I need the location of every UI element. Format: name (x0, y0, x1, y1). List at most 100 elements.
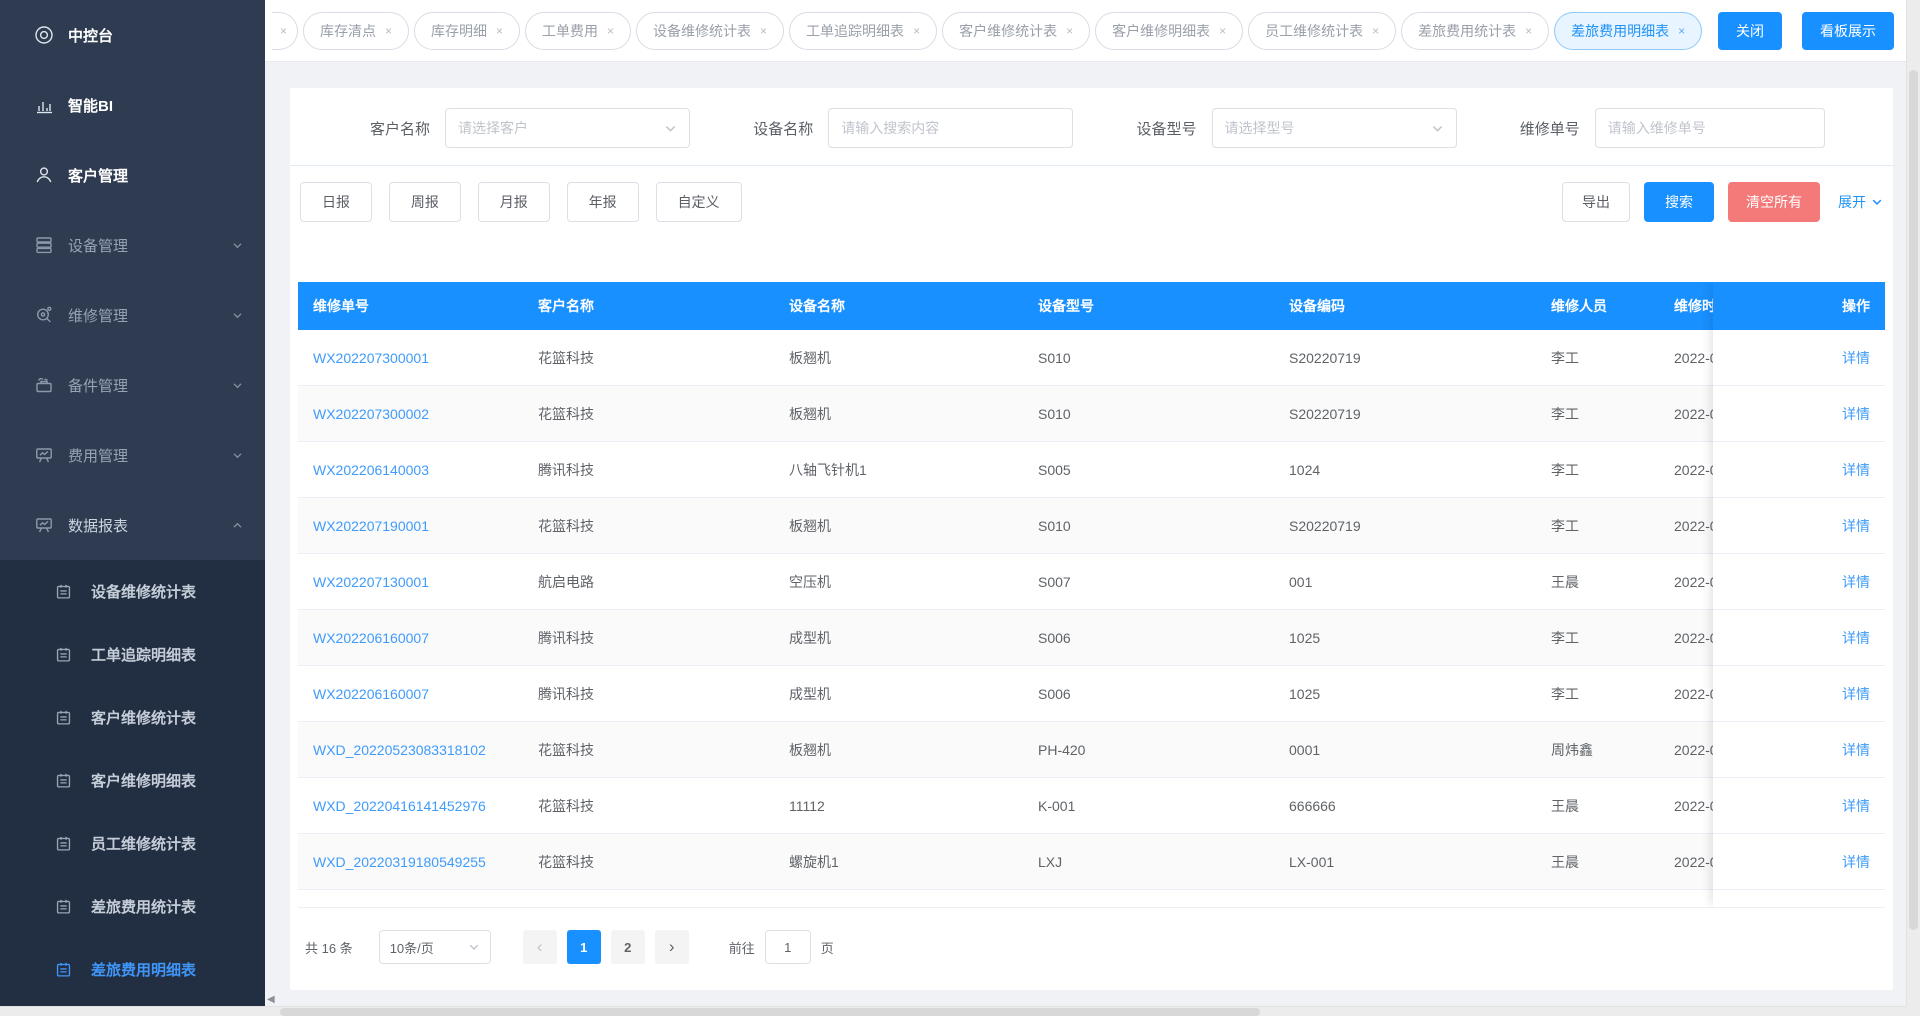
cell-device: 空压机 (789, 573, 831, 590)
collapse-left-icon[interactable]: ◀ (267, 994, 275, 1005)
filter-label: 设备型号 (1136, 120, 1197, 138)
device-model-select[interactable]: 请选择型号 (1211, 108, 1457, 148)
detail-link[interactable]: 详情 (1842, 516, 1870, 536)
tab-pill[interactable]: 客户维修明细表 × (1095, 11, 1244, 50)
repair-order-link[interactable]: WXD_20220416141452976 (313, 798, 486, 814)
sidebar-item-spare-parts[interactable]: 备件管理 (0, 350, 265, 420)
repair-order-link[interactable]: WX202206160007 (313, 630, 429, 646)
close-tab-icon[interactable]: × (760, 24, 767, 38)
tab-pill[interactable]: 员工维修统计表 × (1248, 11, 1397, 50)
cell-action: 详情 (1713, 610, 1885, 666)
close-tab-icon[interactable]: × (913, 24, 920, 38)
sidebar-item-expenses[interactable]: 费用管理 (0, 420, 265, 490)
repair-order-link[interactable]: WXD_20220319180549255 (313, 854, 486, 870)
cell-staff: 李工 (1551, 629, 1579, 646)
sidebar-subitem[interactable]: 工单追踪明细表 (0, 623, 265, 686)
tab-pill[interactable]: 库存清点 × (303, 11, 410, 50)
repair-order-link[interactable]: WX202207300002 (313, 406, 429, 422)
sidebar-item-customers[interactable]: 客户管理 (0, 140, 265, 210)
prev-page-button[interactable]: ‹ (522, 930, 557, 964)
table-row: WX202207300001 花篮科技 板翘机 S010 S20220719 李… (298, 330, 1885, 386)
pagination: 共 16 条 10条/页 ‹ 1 2 › 前往 页 (305, 930, 1885, 964)
tab-pill[interactable]: 客户维修统计表 × (942, 11, 1091, 50)
search-button[interactable]: 搜索 (1644, 182, 1714, 222)
cell-action: 详情 (1713, 722, 1885, 778)
close-tab-icon[interactable]: × (385, 24, 392, 38)
cell-code: S20220719 (1289, 517, 1361, 534)
tab-pill[interactable]: 工单追踪明细表 × (789, 11, 938, 50)
sidebar-item-reports[interactable]: 数据报表 (0, 490, 265, 560)
vertical-scrollbar-thumb[interactable] (1909, 70, 1918, 930)
sidebar-item-repair[interactable]: 维修管理 (0, 280, 265, 350)
detail-link[interactable]: 详情 (1842, 628, 1870, 648)
tab-pill[interactable]: 差旅费用统计表 × (1401, 11, 1550, 50)
repair-order-link[interactable]: WX202207300001 (313, 350, 429, 366)
detail-link[interactable]: 详情 (1842, 460, 1870, 480)
expand-link[interactable]: 展开 (1834, 192, 1883, 212)
goto-page-input[interactable] (764, 930, 811, 964)
sidebar-subitem[interactable]: 客户维修明细表 (0, 749, 265, 812)
next-page-button[interactable]: › (654, 930, 689, 964)
repair-order-link[interactable]: WX202207130001 (313, 574, 429, 590)
sidebar-subitem[interactable]: 员工维修统计表 (0, 812, 265, 875)
report-period-button[interactable]: 日报 (300, 182, 372, 222)
cell-device: 螺旋机1 (789, 853, 839, 870)
filter-device-name: 设备名称 (743, 108, 1126, 148)
report-period-button[interactable]: 月报 (477, 182, 550, 222)
customer-select[interactable]: 请选择客户 (445, 108, 690, 148)
horizontal-scrollbar[interactable] (0, 1006, 1906, 1016)
close-tab-icon[interactable]: × (1372, 24, 1379, 38)
page-size-select[interactable]: 10条/页 (378, 930, 491, 964)
report-period-button[interactable]: 年报 (566, 182, 639, 222)
tab-pill[interactable]: × (272, 11, 298, 50)
close-tab-icon[interactable]: × (1525, 24, 1532, 38)
board-display-button[interactable]: 看板展示 (1802, 11, 1894, 50)
sidebar-item-console[interactable]: 中控台 (0, 0, 265, 70)
tab-pill[interactable]: 库存明细 × (414, 11, 521, 50)
tab-pill[interactable]: 差旅费用明细表 × (1554, 11, 1703, 50)
close-tab-icon[interactable]: × (1219, 24, 1226, 38)
goto-label: 前往 (728, 940, 755, 956)
detail-link[interactable]: 详情 (1842, 348, 1870, 368)
device-name-input[interactable] (828, 108, 1074, 148)
sidebar-subitem[interactable]: 差旅费用统计表 (0, 875, 265, 938)
close-button[interactable]: 关闭 (1718, 11, 1782, 50)
sidebar-subitem[interactable]: 客户维修统计表 (0, 686, 265, 749)
repair-order-link[interactable]: WX202206140003 (313, 462, 429, 478)
sidebar-subitem[interactable]: 差旅费用明细表 (0, 938, 265, 1001)
horizontal-scrollbar-thumb[interactable] (280, 1008, 1260, 1016)
close-tab-icon[interactable]: × (607, 24, 614, 38)
filter-label: 客户名称 (369, 120, 430, 138)
report-period-button[interactable]: 自定义 (655, 182, 742, 222)
sidebar-subitem[interactable]: 设备维修统计表 (0, 560, 265, 623)
close-tab-icon[interactable]: × (280, 24, 287, 38)
detail-link[interactable]: 详情 (1842, 852, 1870, 872)
column-header: 维修单号 (313, 298, 369, 314)
close-tab-icon[interactable]: × (496, 24, 503, 38)
page-button-1[interactable]: 1 (566, 930, 601, 964)
detail-link[interactable]: 详情 (1842, 740, 1870, 760)
detail-link[interactable]: 详情 (1842, 404, 1870, 424)
repair-order-input[interactable] (1594, 108, 1825, 148)
vertical-scrollbar[interactable] (1906, 0, 1920, 1006)
table-row: WX202206160007 腾讯科技 成型机 S006 1025 李工 202… (298, 610, 1885, 666)
tab-pill[interactable]: 设备维修统计表 × (636, 11, 785, 50)
close-tab-icon[interactable]: × (1678, 24, 1685, 38)
tab-pill[interactable]: 工单费用 × (525, 11, 632, 50)
sidebar-subitem-label: 客户维修统计表 (91, 710, 197, 727)
detail-link[interactable]: 详情 (1842, 684, 1870, 704)
page-button-2[interactable]: 2 (610, 930, 645, 964)
repair-order-link[interactable]: WXD_20220523083318102 (313, 742, 486, 758)
detail-link[interactable]: 详情 (1842, 572, 1870, 592)
sidebar-item-label: 备件管理 (68, 377, 129, 395)
sidebar-item-devices[interactable]: 设备管理 (0, 210, 265, 280)
report-period-button[interactable]: 周报 (388, 182, 461, 222)
export-button[interactable]: 导出 (1562, 182, 1630, 222)
detail-link[interactable]: 详情 (1842, 796, 1870, 816)
repair-order-link[interactable]: WX202207190001 (313, 518, 429, 534)
clear-all-button[interactable]: 清空所有 (1728, 182, 1820, 222)
close-tab-icon[interactable]: × (1066, 24, 1073, 38)
sidebar-item-bi[interactable]: 智能BI (0, 70, 265, 140)
repair-order-link[interactable]: WX202206160007 (313, 686, 429, 702)
sidebar-subitem-label: 设备维修统计表 (91, 584, 197, 601)
